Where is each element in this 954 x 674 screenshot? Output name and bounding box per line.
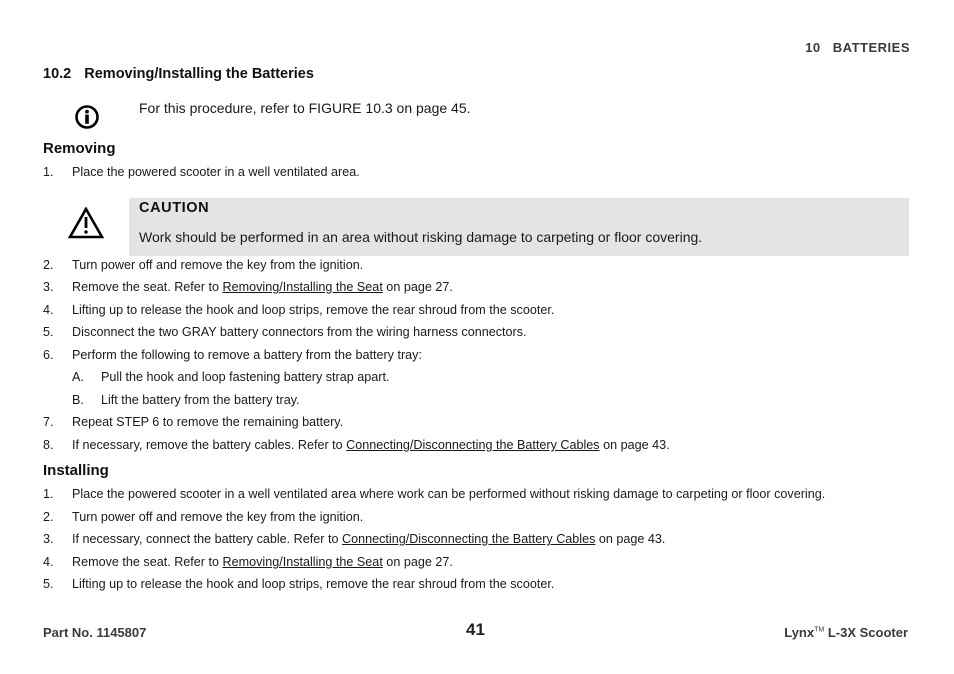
removing-heading: Removing: [43, 140, 116, 157]
removing-step-3: 3. Remove the seat. Refer to Removing/Ins…: [43, 280, 453, 294]
trademark: TM: [814, 626, 825, 634]
info-note: For this procedure, refer to FIGURE 10.3…: [74, 99, 914, 129]
installing-step-2: 2. Turn power off and remove the key from…: [43, 510, 364, 524]
link-removing-installing-seat[interactable]: Removing/Installing the Seat: [223, 280, 383, 294]
link-connecting-battery-cables[interactable]: Connecting/Disconnecting the Battery Cab…: [342, 532, 595, 546]
removing-substep-a: A. Pull the hook and loop fastening batte…: [72, 370, 390, 384]
link-connecting-battery-cables[interactable]: Connecting/Disconnecting the Battery Cab…: [346, 438, 599, 452]
warning-triangle-icon: [68, 207, 104, 239]
info-icon: [75, 105, 99, 129]
section-title-text: Removing/Installing the Batteries: [84, 66, 314, 82]
removing-substep-b: B. Lift the battery from the battery tray…: [72, 393, 300, 407]
installing-step-1: 1. Place the powered scooter in a well ve…: [43, 487, 826, 501]
removing-step-6: 6. Perform the following to remove a batt…: [43, 348, 422, 362]
chapter-title: BATTERIES: [832, 40, 910, 55]
installing-step-5: 5. Lifting up to release the hook and loo…: [43, 577, 555, 591]
section-title: 10.2 Removing/Installing the Batteries: [43, 66, 314, 82]
page-number: 41: [466, 620, 485, 639]
removing-step-8: 8. If necessary, remove the battery cable…: [43, 438, 670, 452]
installing-heading: Installing: [43, 462, 109, 479]
chapter-number: 10: [805, 40, 821, 55]
section-number: 10.2: [43, 66, 72, 82]
removing-step-4: 4. Lifting up to release the hook and loo…: [43, 303, 555, 317]
product-name: LynxTM L-3X Scooter: [784, 625, 908, 640]
installing-step-4: 4. Remove the seat. Refer to Removing/Ins…: [43, 555, 453, 569]
installing-step-3: 3. If necessary, connect the battery cabl…: [43, 532, 666, 546]
removing-step-7: 7. Repeat STEP 6 to remove the remaining …: [43, 415, 344, 429]
caution-title: CAUTION: [139, 200, 210, 216]
part-number: Part No. 1145807: [43, 625, 147, 640]
running-header: 10 BATTERIES: [805, 40, 910, 55]
caution-text: Work should be performed in an area with…: [139, 229, 703, 245]
caution-box: CAUTION Work should be performed in an a…: [129, 198, 909, 256]
removing-step-5: 5. Disconnect the two GRAY battery connec…: [43, 325, 527, 339]
note-text: For this procedure, refer to FIGURE 10.3…: [139, 100, 471, 116]
removing-step-1: 1. Place the powered scooter in a well ve…: [43, 165, 360, 179]
removing-step-2: 2. Turn power off and remove the key from…: [43, 258, 364, 272]
link-removing-installing-seat[interactable]: Removing/Installing the Seat: [223, 555, 383, 569]
